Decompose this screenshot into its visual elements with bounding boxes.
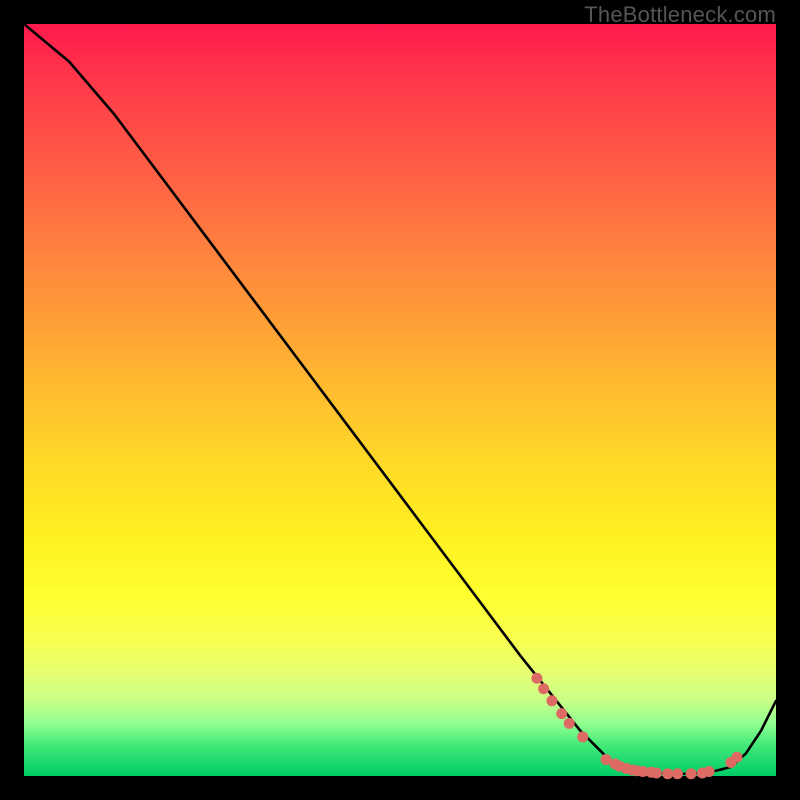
chart-curve bbox=[24, 24, 776, 774]
chart-marker bbox=[651, 767, 662, 778]
chart-marker bbox=[556, 708, 567, 719]
watermark-text: TheBottleneck.com bbox=[584, 2, 776, 28]
chart-plot-area bbox=[24, 24, 776, 776]
chart-marker bbox=[538, 683, 549, 694]
chart-marker bbox=[731, 752, 742, 763]
chart-marker bbox=[531, 673, 542, 684]
chart-marker bbox=[662, 768, 673, 779]
chart-frame: TheBottleneck.com bbox=[0, 0, 800, 800]
chart-markers bbox=[531, 673, 742, 780]
chart-marker bbox=[564, 718, 575, 729]
chart-marker bbox=[672, 768, 683, 779]
chart-marker bbox=[546, 695, 557, 706]
chart-marker bbox=[704, 766, 715, 777]
chart-marker bbox=[577, 731, 588, 742]
chart-svg bbox=[24, 24, 776, 776]
chart-marker bbox=[686, 768, 697, 779]
